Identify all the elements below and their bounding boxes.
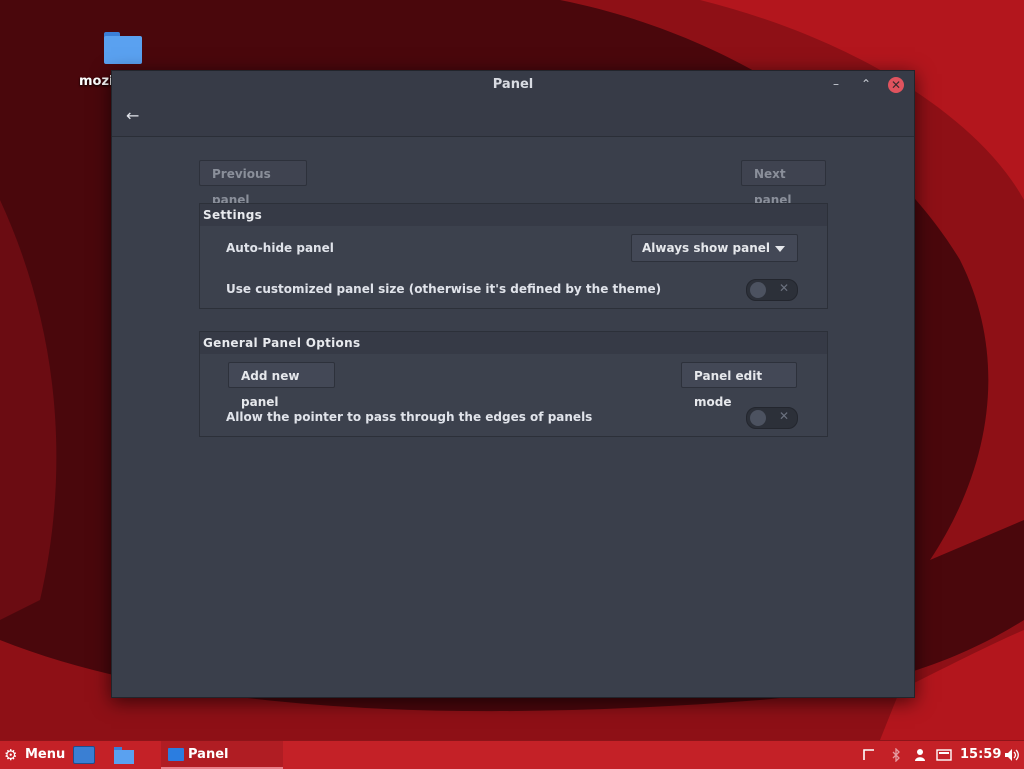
user-icon[interactable]: [914, 748, 926, 762]
minimize-button[interactable]: –: [828, 77, 844, 93]
general-options-heading: General Panel Options: [200, 332, 827, 354]
volume-icon[interactable]: [1004, 748, 1020, 762]
auto-hide-label: Auto-hide panel: [226, 241, 334, 255]
custom-size-toggle[interactable]: ✕: [746, 279, 798, 301]
add-new-panel-button[interactable]: Add new panel: [228, 362, 335, 409]
window-icon: [168, 748, 184, 761]
window-title: Panel: [492, 77, 534, 92]
settings-section: Settings Auto-hide panel Always show pan…: [199, 203, 828, 309]
file-manager-icon[interactable]: [113, 746, 135, 764]
auto-hide-dropdown[interactable]: Always show panel: [631, 234, 798, 262]
panel-settings-window: Panel – ⌃ ✕ ← Previous panel Next panel …: [111, 70, 915, 698]
bluetooth-icon[interactable]: [890, 748, 902, 762]
clock[interactable]: 15:59: [960, 741, 1001, 769]
taskbar-window-label: Panel: [188, 747, 229, 762]
auto-hide-value: Always show panel: [642, 241, 771, 255]
chevron-down-icon: [775, 246, 785, 252]
taskbar: ⚙ Menu Panel 15:59: [0, 740, 1024, 769]
pass-through-toggle[interactable]: ✕: [746, 407, 798, 429]
back-arrow-icon[interactable]: ←: [126, 107, 146, 125]
folder-icon: [102, 30, 142, 66]
settings-heading: Settings: [200, 204, 827, 226]
pass-through-label: Allow the pointer to pass through the ed…: [226, 410, 593, 424]
taskbar-window-panel[interactable]: Panel: [161, 741, 283, 769]
notifications-icon[interactable]: [862, 748, 876, 762]
menu-button[interactable]: Menu: [25, 741, 65, 769]
toggle-off-icon: ✕: [778, 409, 789, 423]
previous-panel-button[interactable]: Previous panel: [199, 160, 307, 207]
keyboard-icon[interactable]: [936, 748, 952, 762]
window-titlebar[interactable]: Panel – ⌃ ✕ ←: [112, 71, 914, 137]
gear-icon[interactable]: ⚙: [4, 746, 17, 764]
custom-size-label: Use customized panel size (otherwise it'…: [226, 282, 662, 296]
next-panel-button[interactable]: Next panel: [741, 160, 826, 207]
maximize-button[interactable]: ⌃: [858, 77, 874, 93]
panel-edit-mode-button[interactable]: Panel edit mode: [681, 362, 797, 409]
show-desktop-icon[interactable]: [73, 746, 95, 764]
close-button[interactable]: ✕: [888, 77, 904, 93]
general-options-section: General Panel Options Add new panel Pane…: [199, 331, 828, 437]
toggle-knob: [750, 410, 766, 426]
toggle-knob: [750, 282, 766, 298]
toggle-off-icon: ✕: [778, 281, 789, 295]
